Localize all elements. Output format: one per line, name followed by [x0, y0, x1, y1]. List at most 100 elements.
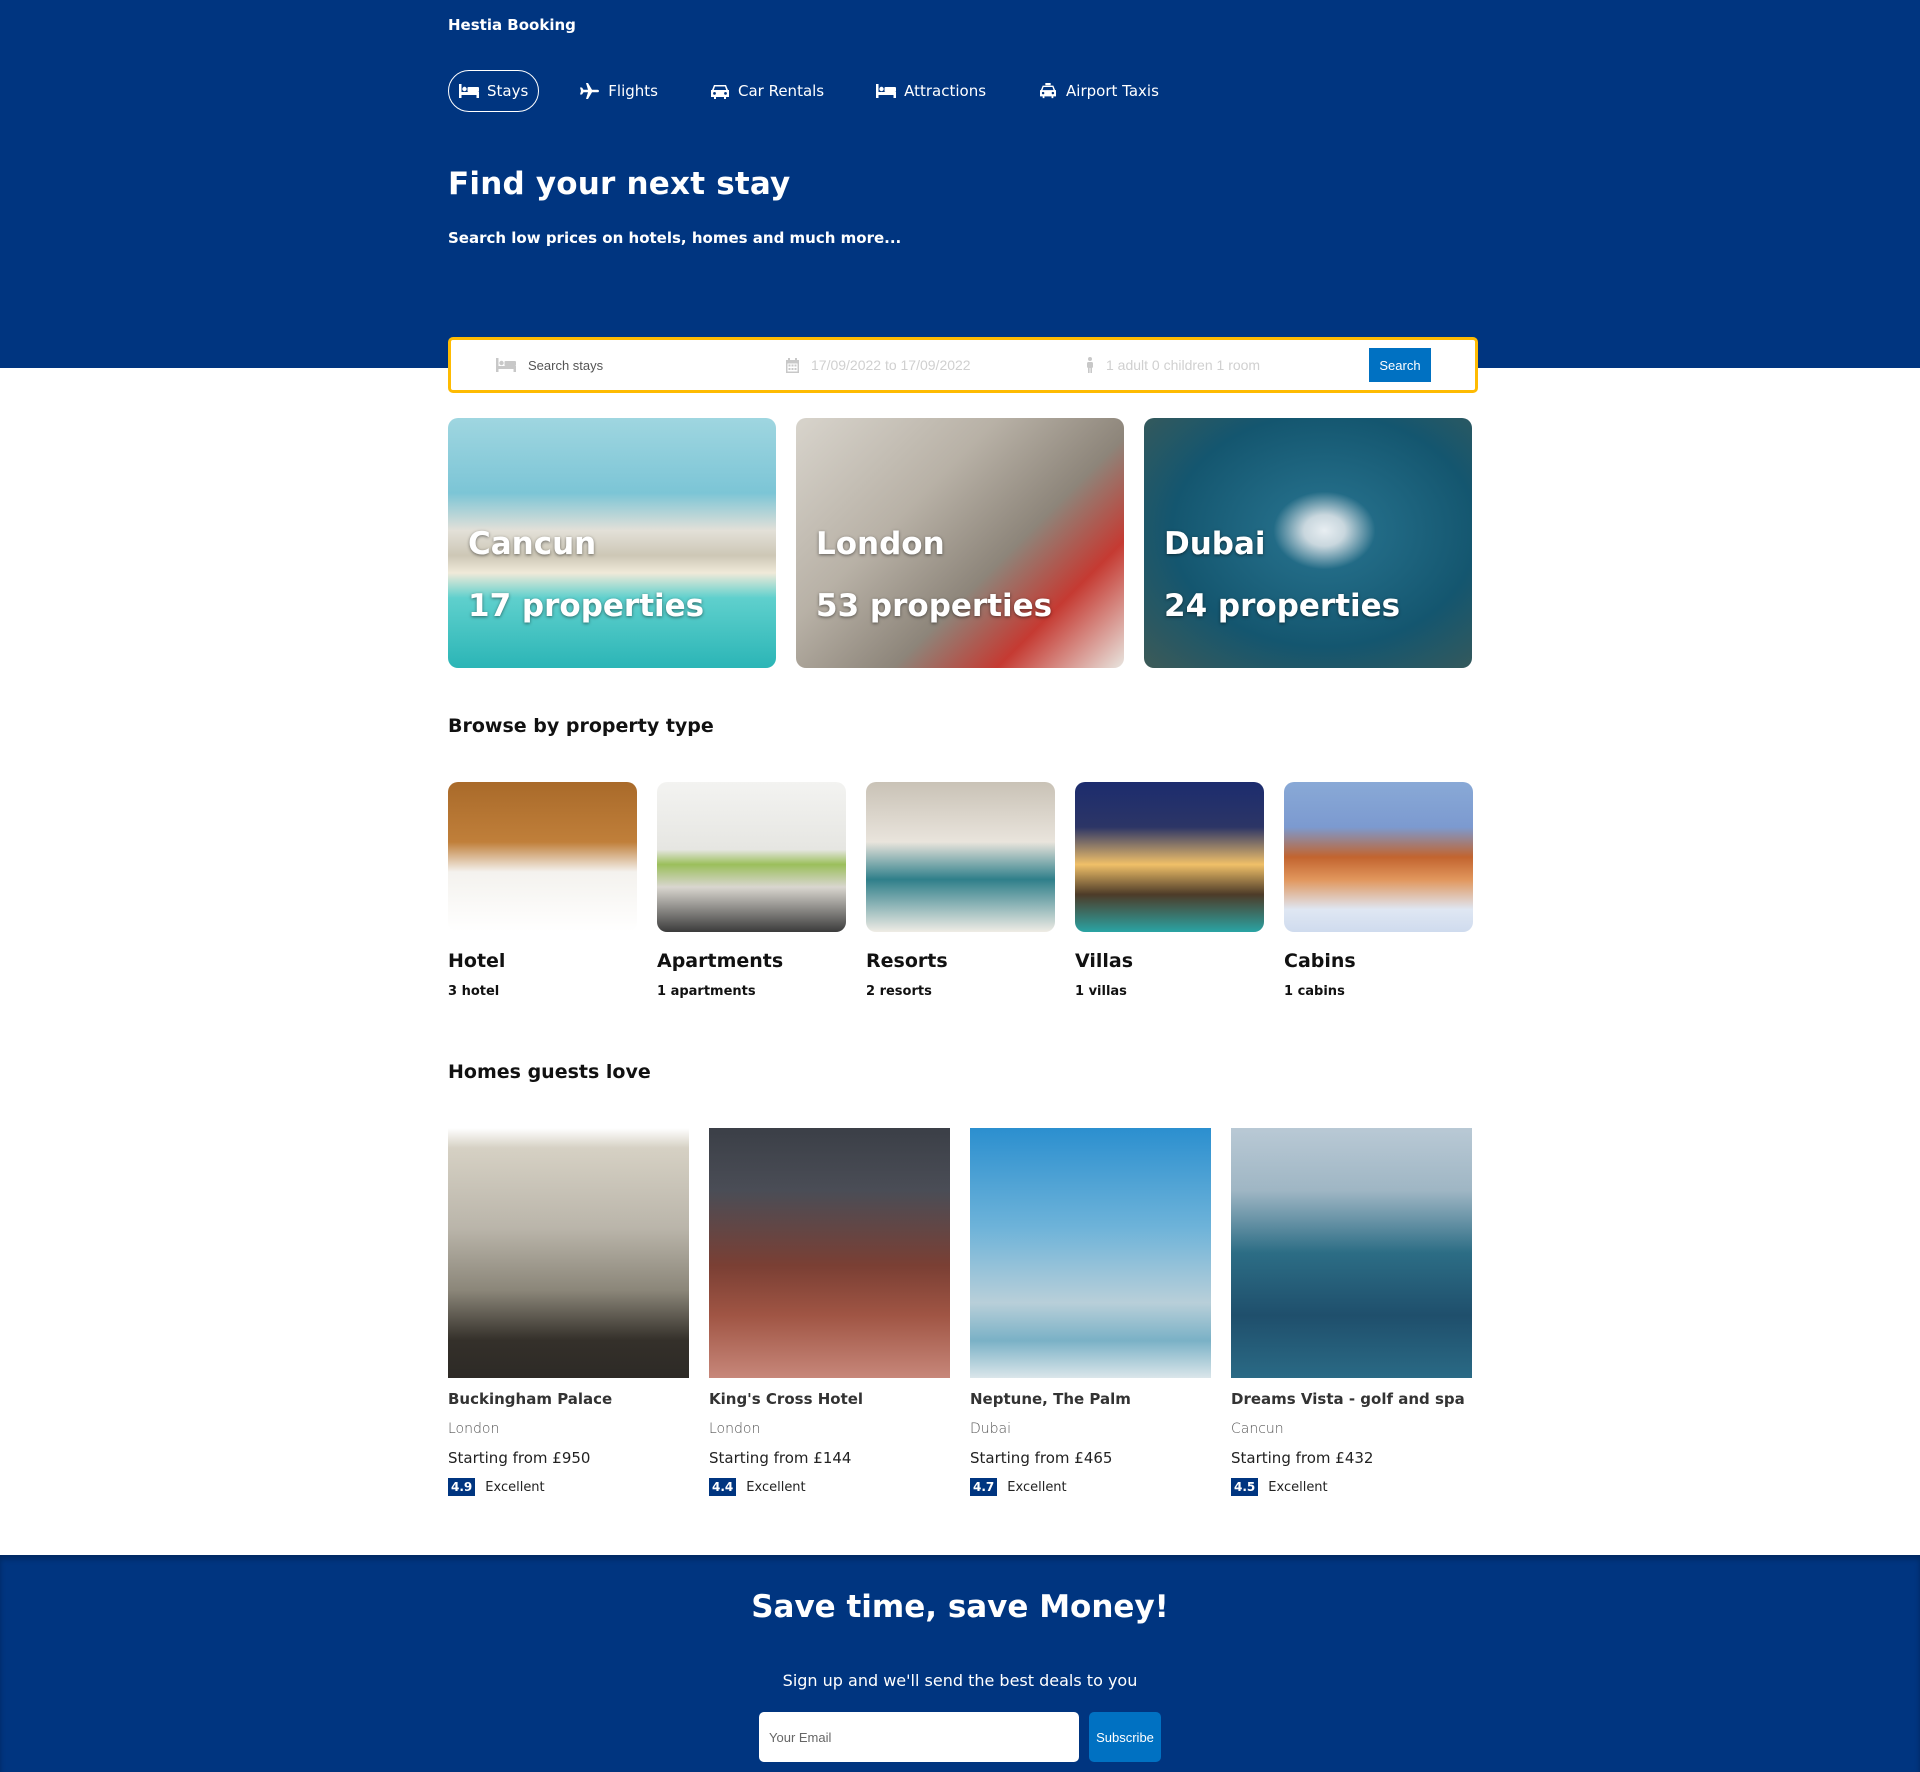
home-card[interactable]: Buckingham Palace London Starting from £… — [448, 1128, 689, 1496]
guests-value: 1 adult 0 children 1 room — [1106, 357, 1261, 373]
home-card[interactable]: King's Cross Hotel London Starting from … — [709, 1128, 950, 1496]
rating-label: Excellent — [746, 1479, 806, 1495]
property-type-count: 1 villas — [1075, 984, 1127, 999]
property-type-name: Apartments — [657, 950, 784, 972]
person-icon — [1087, 357, 1093, 373]
home-card[interactable]: Neptune, The Palm Dubai Starting from £4… — [970, 1128, 1211, 1496]
bed-icon — [459, 84, 479, 98]
nav-label: Airport Taxis — [1066, 82, 1159, 100]
property-type-image — [657, 782, 846, 932]
email-input[interactable] — [759, 1712, 1079, 1762]
featured-card-cancun[interactable]: Cancun 17 properties — [448, 418, 776, 668]
property-type-apartments[interactable]: Apartments 1 apartments — [657, 782, 846, 999]
home-card[interactable]: Dreams Vista - golf and spa Cancun Start… — [1231, 1128, 1472, 1496]
home-rating: 4.4 Excellent — [709, 1478, 950, 1496]
main-nav: Stays Flights Car Rentals Attractions Ai… — [448, 70, 1200, 112]
featured-cities: Cancun 17 properties London 53 propertie… — [448, 418, 1472, 668]
property-type-name: Hotel — [448, 950, 506, 972]
plane-icon — [580, 83, 600, 99]
rating-label: Excellent — [1268, 1479, 1328, 1495]
featured-city: Dubai — [1164, 526, 1266, 562]
home-name: King's Cross Hotel — [709, 1390, 864, 1408]
bed-icon — [496, 358, 516, 372]
property-type-name: Cabins — [1284, 950, 1356, 972]
property-type-count: 3 hotel — [448, 984, 500, 999]
rating-score-badge: 4.4 — [709, 1478, 737, 1496]
property-type-cabins[interactable]: Cabins 1 cabins — [1284, 782, 1473, 999]
destination-field[interactable]: Search stays — [496, 358, 603, 373]
property-type-count: 1 cabins — [1284, 984, 1345, 999]
property-type-list: Hotel 3 hotel Apartments 1 apartments Re… — [448, 782, 1473, 999]
property-type-villas[interactable]: Villas 1 villas — [1075, 782, 1264, 999]
featured-card-london[interactable]: London 53 properties — [796, 418, 1124, 668]
property-type-image — [1284, 782, 1473, 932]
search-button[interactable]: Search — [1369, 348, 1431, 382]
property-type-count: 2 resorts — [866, 984, 932, 999]
home-city: Cancun — [1231, 1421, 1284, 1437]
bed-icon — [876, 84, 897, 98]
rating-score-badge: 4.9 — [448, 1478, 476, 1496]
nav-label: Stays — [487, 82, 529, 100]
rating-score-badge: 4.7 — [970, 1478, 998, 1496]
property-type-count: 1 apartments — [657, 984, 756, 999]
property-type-resorts[interactable]: Resorts 2 resorts — [866, 782, 1055, 999]
property-type-image — [448, 782, 637, 932]
car-icon — [710, 85, 729, 99]
featured-city: Cancun — [468, 526, 597, 562]
home-name: Dreams Vista - golf and spa — [1231, 1390, 1465, 1408]
subscribe-button[interactable]: Subscribe — [1089, 1712, 1161, 1762]
nav-item-car-rentals[interactable]: Car Rentals — [699, 70, 835, 112]
featured-city: London — [816, 526, 945, 562]
home-name: Neptune, The Palm — [970, 1390, 1131, 1408]
hero-subtitle: Search low prices on hotels, homes and m… — [448, 229, 902, 247]
home-rating: 4.5 Excellent — [1231, 1478, 1472, 1496]
nav-label: Attractions — [904, 82, 987, 100]
property-types-heading: Browse by property type — [448, 715, 714, 737]
home-rating: 4.7 Excellent — [970, 1478, 1211, 1496]
featured-count: 24 properties — [1164, 588, 1401, 624]
homes-list: Buckingham Palace London Starting from £… — [448, 1128, 1472, 1496]
home-price: Starting from £144 — [709, 1449, 852, 1467]
nav-item-flights[interactable]: Flights — [569, 70, 669, 112]
nav-item-airport-taxis[interactable]: Airport Taxis — [1027, 70, 1170, 112]
guests-field[interactable]: 1 adult 0 children 1 room — [1086, 357, 1260, 373]
home-price: Starting from £465 — [970, 1449, 1113, 1467]
taxi-icon — [1040, 83, 1057, 99]
homes-heading: Homes guests love — [448, 1061, 651, 1083]
home-price: Starting from £950 — [448, 1449, 591, 1467]
brand-logo[interactable]: Hestia Booking — [448, 16, 576, 34]
featured-count: 17 properties — [468, 588, 705, 624]
calendar-icon — [786, 357, 799, 373]
nav-item-stays[interactable]: Stays — [448, 70, 540, 112]
featured-card-dubai[interactable]: Dubai 24 properties — [1144, 418, 1472, 668]
date-range-value: 17/09/2022 to 17/09/2022 — [811, 357, 971, 373]
home-image — [709, 1128, 950, 1378]
property-type-name: Villas — [1075, 950, 1134, 972]
home-rating: 4.9 Excellent — [448, 1478, 689, 1496]
home-image — [448, 1128, 689, 1378]
search-bar: Search stays 17/09/2022 to 17/09/2022 1 … — [448, 337, 1478, 393]
newsletter-form: Subscribe — [759, 1712, 1161, 1762]
home-city: Dubai — [970, 1421, 1012, 1437]
newsletter-subtitle: Sign up and we'll send the best deals to… — [782, 1671, 1138, 1690]
nav-label: Car Rentals — [737, 82, 825, 100]
nav-label: Flights — [608, 82, 658, 100]
home-image — [1231, 1128, 1472, 1378]
home-city: London — [448, 1421, 500, 1437]
home-image — [970, 1128, 1211, 1378]
home-city: London — [709, 1421, 761, 1437]
property-type-name: Resorts — [866, 950, 948, 972]
header: Hestia Booking Stays Flights Car Rentals… — [0, 0, 1920, 368]
rating-score-badge: 4.5 — [1231, 1478, 1259, 1496]
hero-title: Find your next stay — [448, 166, 791, 202]
newsletter-section: Save time, save Money! Sign up and we'll… — [0, 1555, 1920, 1772]
property-type-hotel[interactable]: Hotel 3 hotel — [448, 782, 637, 999]
featured-count: 53 properties — [816, 588, 1053, 624]
destination-placeholder: Search stays — [528, 357, 604, 373]
rating-label: Excellent — [1007, 1479, 1067, 1495]
date-range-field[interactable]: 17/09/2022 to 17/09/2022 — [786, 357, 971, 373]
property-type-image — [1075, 782, 1264, 932]
home-price: Starting from £432 — [1231, 1449, 1374, 1467]
home-name: Buckingham Palace — [448, 1390, 613, 1408]
nav-item-attractions[interactable]: Attractions — [865, 70, 997, 112]
